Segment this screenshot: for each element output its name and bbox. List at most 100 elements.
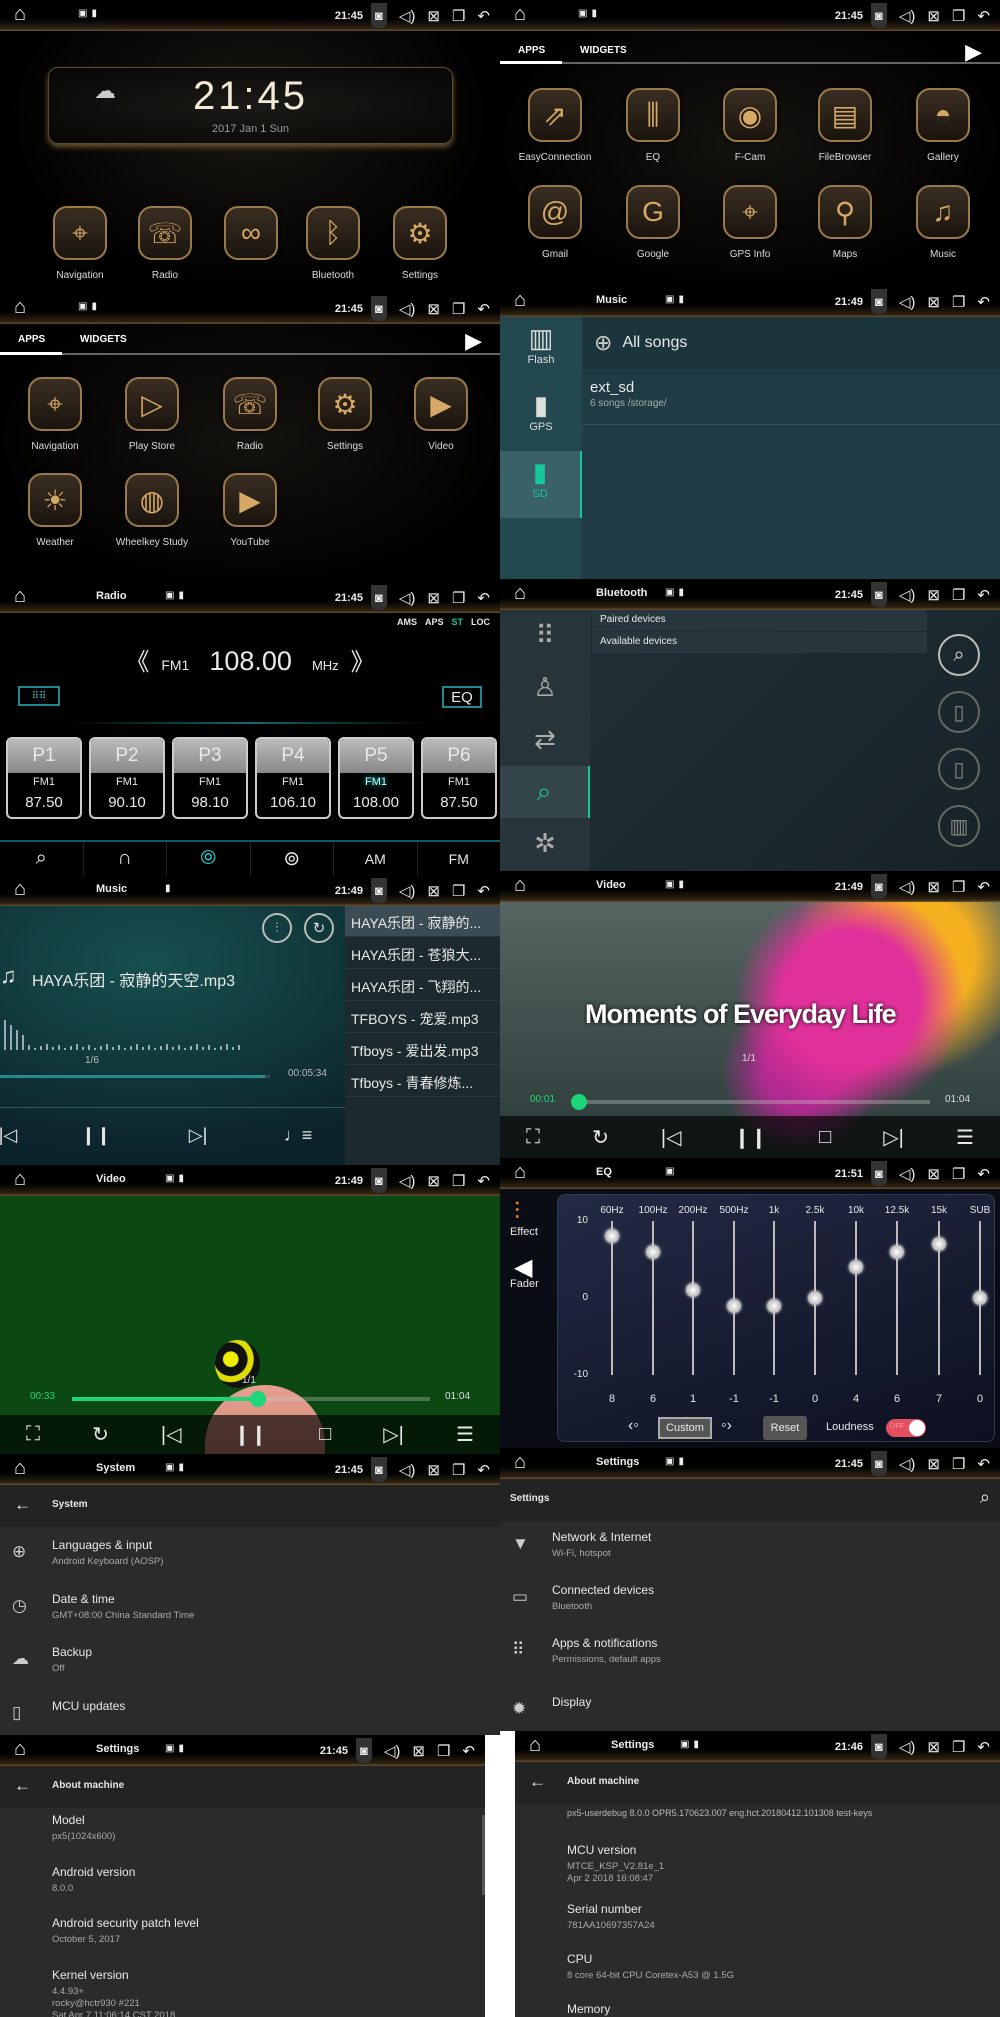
source-sd[interactable]: ▮ SD	[500, 451, 582, 518]
source-flash[interactable]: ▥ Flash	[500, 317, 582, 384]
play-logo-icon[interactable]: ▶	[465, 328, 482, 354]
screenshot-icon[interactable]: ◙	[871, 3, 887, 28]
seek-handle[interactable]	[571, 1094, 588, 1110]
seek-up-icon[interactable]: 》	[351, 642, 375, 677]
screenshot-icon[interactable]: ◙	[371, 3, 387, 28]
next-button[interactable]: ▷|	[383, 1422, 404, 1447]
close-app-icon[interactable]: ⊠	[427, 589, 440, 607]
rail-contacts[interactable]: ♙	[500, 662, 590, 714]
app-settings[interactable]: ⚙	[393, 206, 447, 260]
previous-button[interactable]: |◁	[661, 1125, 682, 1150]
home-icon[interactable]: ⌂	[514, 1161, 526, 1184]
fullscreen-button[interactable]: ⛶	[26, 1423, 40, 1446]
headphones-button[interactable]: ∩	[84, 842, 167, 875]
repeat-button[interactable]: ↻	[592, 1125, 609, 1150]
recent-apps-icon[interactable]: ❐	[452, 7, 465, 25]
playlist-button[interactable]: ☰	[956, 1125, 974, 1150]
app-settings[interactable]: ⚙	[318, 377, 372, 431]
home-icon[interactable]: ⌂	[514, 1451, 526, 1474]
search-button[interactable]: ⌕	[938, 634, 980, 676]
settings-item[interactable]: Model px5(1024x600)	[0, 1813, 485, 1861]
side-fader[interactable]: Fader	[510, 1278, 539, 1290]
seek-bar[interactable]	[571, 1094, 930, 1110]
app-eq[interactable]: ⫼	[626, 88, 680, 142]
back-icon[interactable]: ↶	[977, 1738, 990, 1756]
pause-button[interactable]: ❙❙	[80, 1120, 112, 1150]
volume-icon[interactable]: ◁)	[899, 586, 916, 604]
volume-icon[interactable]: ◁)	[399, 882, 416, 900]
volume-icon[interactable]: ◁)	[384, 1742, 401, 1760]
volume-icon[interactable]: ◁)	[899, 1165, 916, 1183]
volume-icon[interactable]: ◁)	[899, 7, 916, 25]
recent-apps-icon[interactable]: ❐	[952, 586, 965, 604]
add-circle-icon[interactable]: ⊕	[594, 330, 612, 356]
preset-p2[interactable]: P2 FM1 90.10	[89, 737, 165, 819]
volume-icon[interactable]: ◁)	[899, 878, 916, 896]
playlist-item[interactable]: Tfboys - 爱出发.mp3	[345, 1034, 500, 1065]
screenshot-icon[interactable]: ◙	[871, 874, 887, 899]
equalizer-button[interactable]: ⫶	[262, 913, 292, 943]
next-button[interactable]: ▷|	[182, 1120, 214, 1150]
close-app-icon[interactable]: ⊠	[427, 1461, 440, 1479]
screenshot-icon[interactable]: ◙	[871, 1451, 887, 1476]
rail-bluetooth-settings[interactable]: ✲	[500, 818, 590, 870]
playlist-item[interactable]: HAYA乐团 - 寂静的...	[345, 906, 500, 937]
trash-button[interactable]: ▥	[938, 805, 980, 847]
recent-apps-icon[interactable]: ❐	[952, 1455, 965, 1473]
playlist-item[interactable]: TFBOYS - 宠爱.mp3	[345, 1002, 500, 1033]
app-easyconnection[interactable]: ⇗	[528, 88, 582, 142]
rail-call-transfer[interactable]: ⇄	[500, 714, 590, 766]
preset-p4[interactable]: P4 FM1 106.10	[255, 737, 331, 819]
phone-bluetooth-disconnect-button[interactable]: ▯	[938, 748, 980, 790]
screenshot-icon[interactable]: ◙	[371, 296, 387, 321]
eq-button[interactable]: EQ	[442, 686, 482, 708]
screenshot-icon[interactable]: ◙	[871, 1161, 887, 1186]
stop-button[interactable]: □	[319, 1423, 331, 1446]
home-icon[interactable]: ⌂	[514, 874, 526, 897]
repeat-button[interactable]: ↻	[92, 1422, 109, 1447]
recent-apps-icon[interactable]: ❐	[452, 882, 465, 900]
pause-button[interactable]: ❙❙	[234, 1422, 268, 1447]
fm-band-button[interactable]: FM	[418, 842, 501, 875]
reset-button[interactable]: Reset	[763, 1416, 807, 1440]
app-wheelkey-study[interactable]: ◍	[125, 473, 179, 527]
flag-loc[interactable]: LOC	[471, 617, 490, 627]
back-icon[interactable]: ↶	[977, 293, 990, 311]
loudness-toggle[interactable]: OFF	[886, 1419, 926, 1437]
stop-button[interactable]: □	[819, 1126, 831, 1149]
back-icon[interactable]: ↶	[477, 1461, 490, 1479]
preset-p1[interactable]: P1 FM1 87.50	[6, 737, 82, 819]
recent-apps-icon[interactable]: ❐	[437, 1742, 450, 1760]
recent-apps-icon[interactable]: ❐	[452, 300, 465, 318]
settings-item[interactable]: ◷ Date & time GMT+08:00 China Standard Tim…	[0, 1592, 500, 1640]
tab-apps[interactable]: APPS	[518, 45, 545, 56]
back-icon[interactable]: ↶	[977, 878, 990, 896]
flag-aps[interactable]: APS	[425, 617, 444, 627]
band-knob[interactable]	[890, 1244, 904, 1259]
home-icon[interactable]: ⌂	[514, 289, 526, 312]
volume-icon[interactable]: ◁)	[399, 7, 416, 25]
settings-item[interactable]: ✹ Display	[500, 1695, 1000, 1731]
screenshot-icon[interactable]: ◙	[356, 1738, 372, 1763]
screenshot-icon[interactable]: ◙	[871, 289, 887, 314]
recent-apps-icon[interactable]: ❐	[952, 7, 965, 25]
list-available-devices[interactable]: Available devices	[592, 632, 927, 653]
settings-item[interactable]: MCU version MTCE_KSP_V2.81e_1 Apr 2 2018 1…	[515, 1843, 1000, 1891]
scan-search-button[interactable]: ⌕	[0, 842, 84, 875]
playlist-button[interactable]: ☰	[456, 1422, 474, 1447]
close-app-icon[interactable]: ⊠	[927, 586, 940, 604]
back-icon[interactable]: ↶	[477, 1172, 490, 1190]
app-radio[interactable]: ☏	[223, 377, 277, 431]
screenshot-icon[interactable]: ◙	[871, 582, 887, 607]
band-knob[interactable]	[808, 1291, 822, 1305]
back-icon[interactable]: ↶	[477, 7, 490, 25]
back-icon[interactable]: ↶	[477, 589, 490, 607]
scrollbar[interactable]	[482, 1815, 485, 1895]
close-app-icon[interactable]: ⊠	[927, 1455, 940, 1473]
back-icon[interactable]: ↶	[977, 586, 990, 604]
app-gps-info[interactable]: ⌖	[723, 185, 777, 239]
band-track[interactable]	[855, 1221, 857, 1375]
settings-item[interactable]: ▼ Network & Internet Wi-Fi, hotspot	[500, 1530, 1000, 1578]
app-music[interactable]: ♫	[916, 185, 970, 239]
settings-item[interactable]: Kernel version 4.4.93+ rocky@hctr930 #221 S…	[0, 1968, 485, 2017]
